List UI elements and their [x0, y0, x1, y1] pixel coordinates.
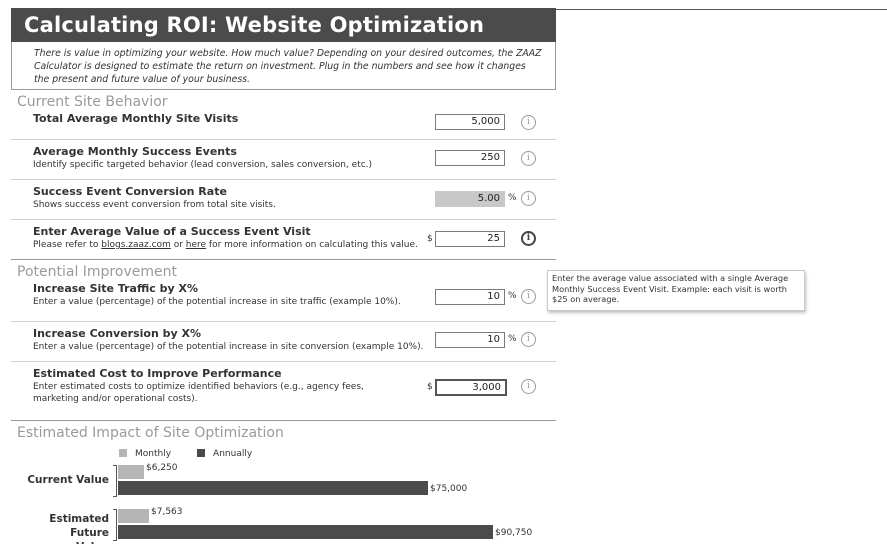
conversion-increase-input[interactable]: 10: [435, 332, 505, 348]
intro: There is value in optimizing your websit…: [11, 42, 556, 89]
chart-legend: Monthly Annually: [119, 449, 252, 459]
section-heading: Current Site Behavior: [11, 89, 556, 110]
percent-unit: %: [508, 193, 517, 203]
conversion-rate-output: 5.00: [435, 191, 505, 207]
data-label: $75,000: [430, 484, 468, 494]
info-icon[interactable]: i: [521, 115, 536, 130]
info-tooltip: Enter the average value associated with …: [547, 270, 805, 311]
info-icon[interactable]: i: [521, 231, 536, 246]
row-conversion-rate: Success Event Conversion Rate Shows succ…: [11, 179, 556, 219]
title-bar: Calculating ROI: Website Optimization: [11, 8, 556, 42]
section-potential: Potential Improvement Increase Site Traf…: [11, 259, 556, 415]
section-impact: Estimated Impact of Site Optimization Mo…: [11, 420, 556, 544]
bar-monthly: [118, 509, 149, 523]
row-description: Enter estimated costs to optimize identi…: [33, 382, 364, 404]
section-current: Current Site Behavior Total Average Mont…: [11, 89, 556, 259]
success-events-input[interactable]: 250: [435, 150, 505, 166]
bar-monthly: [118, 465, 144, 479]
page-title: Calculating ROI: Website Optimization: [24, 13, 485, 37]
row-monthly-visits: Total Average Monthly Site Visits 5,000 …: [11, 109, 556, 139]
category-label: Estimated FutureValue: [49, 513, 109, 544]
row-event-value: Enter Average Value of a Success Event V…: [11, 219, 556, 259]
dollar-unit: $: [427, 382, 433, 392]
info-icon[interactable]: i: [521, 332, 536, 347]
percent-unit: %: [508, 291, 517, 301]
category-label: Current Value: [27, 474, 109, 486]
row-conversion-increase: Increase Conversion by X% Enter a value …: [11, 321, 556, 361]
bar-annually: [118, 525, 493, 539]
data-label: $6,250: [146, 463, 178, 473]
monthly-visits-input[interactable]: 5,000: [435, 114, 505, 130]
legend-swatch: [119, 449, 127, 457]
legend-item-annually: Annually: [197, 449, 252, 459]
section-heading: Estimated Impact of Site Optimization: [17, 425, 284, 441]
info-icon[interactable]: i: [521, 191, 536, 206]
traffic-increase-input[interactable]: 10: [435, 289, 505, 305]
percent-unit: %: [508, 334, 517, 344]
axis-bracket: [113, 509, 117, 541]
axis-bracket: [113, 465, 117, 497]
info-icon[interactable]: i: [521, 379, 536, 394]
roi-calculator: Calculating ROI: Website Optimization Th…: [11, 8, 556, 415]
row-improvement-cost: Estimated Cost to Improve Performance En…: [11, 361, 556, 415]
here-link[interactable]: here: [186, 240, 206, 250]
data-label: $7,563: [151, 507, 183, 517]
info-icon[interactable]: i: [521, 289, 536, 304]
row-success-events: Average Monthly Success Events Identify …: [11, 139, 556, 179]
blog-link[interactable]: blogs.zaaz.com: [101, 240, 171, 250]
info-icon[interactable]: i: [521, 151, 536, 166]
top-divider: [555, 9, 887, 10]
intro-text: There is value in optimizing your websit…: [34, 48, 542, 85]
section-heading: Potential Improvement: [11, 259, 556, 280]
legend-item-monthly: Monthly: [119, 449, 171, 459]
bar-annually: [118, 481, 428, 495]
event-value-input[interactable]: 25: [435, 231, 505, 247]
dollar-unit: $: [427, 234, 433, 244]
legend-swatch: [197, 449, 206, 457]
data-label: $90,750: [495, 528, 533, 538]
improvement-cost-input[interactable]: 3,000: [435, 379, 507, 396]
row-traffic-increase: Increase Site Traffic by X% Enter a valu…: [11, 279, 556, 321]
